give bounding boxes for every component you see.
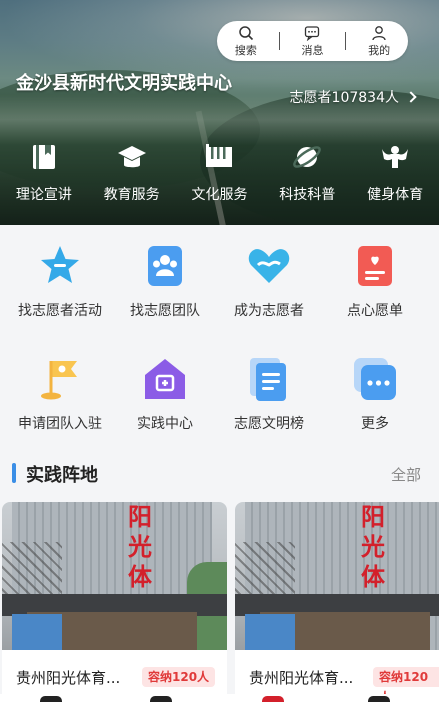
muscle-icon xyxy=(382,146,409,168)
search-label: 搜索 xyxy=(234,43,257,57)
grid-item-practice-center[interactable]: 实践中心 xyxy=(110,355,220,433)
category-science[interactable]: 科技科普 xyxy=(263,140,351,204)
feature-grid: 找志愿者活动 找志愿团队 成为志愿者 点心愿单 申请团队入驻 实践中心 志愿文明… xyxy=(0,225,439,440)
chevron-right-icon xyxy=(405,91,417,103)
planet-icon xyxy=(293,146,322,168)
category-fitness[interactable]: 健身体育 xyxy=(351,140,439,204)
team-icon xyxy=(148,246,182,286)
grid-item-wish-list[interactable]: 点心愿单 xyxy=(320,242,430,320)
venue-name: 贵州阳光体育... xyxy=(249,669,354,687)
venue-card[interactable]: 阳 光 体 贵州阳光体育... 容纳120人 xyxy=(235,502,439,702)
grid-item-label: 点心愿单 xyxy=(347,303,403,319)
search-button[interactable]: 搜索 xyxy=(221,25,271,58)
search-icon xyxy=(239,25,253,40)
volunteer-count-link[interactable]: 志愿者107834人 xyxy=(289,87,417,107)
grid-item-more[interactable]: 更多 xyxy=(320,355,430,433)
grid-item-label: 更多 xyxy=(361,416,389,432)
grid-item-label: 找志愿团队 xyxy=(130,303,200,319)
sign-char: 阳 xyxy=(128,503,152,531)
tab-home-icon[interactable] xyxy=(40,696,62,702)
photo-scaffold xyxy=(235,542,295,602)
message-button[interactable]: 消息 xyxy=(287,25,337,58)
view-all-link[interactable]: 全部 xyxy=(391,464,421,485)
grid-item-label: 实践中心 xyxy=(137,416,193,432)
grid-item-label: 成为志愿者 xyxy=(234,303,304,319)
book-icon xyxy=(32,145,55,169)
grid-item-find-team[interactable]: 找志愿团队 xyxy=(110,242,220,320)
sign-char: 光 xyxy=(361,533,385,561)
volunteer-count: 志愿者107834人 xyxy=(289,90,399,106)
home-icon xyxy=(145,359,185,399)
photo-billboard xyxy=(245,614,295,650)
piano-icon xyxy=(206,144,233,167)
tab-center-icon[interactable] xyxy=(262,696,284,702)
graduation-cap-icon xyxy=(117,146,146,168)
sign-char: 体 xyxy=(128,563,152,591)
grid-item-find-activity[interactable]: 找志愿者活动 xyxy=(5,242,115,320)
more-icon xyxy=(354,358,396,400)
document-icon xyxy=(250,358,286,401)
venue-card[interactable]: 阳 光 体 贵州阳光体育... 容纳120人 xyxy=(2,502,227,702)
grid-item-become-volunteer[interactable]: 成为志愿者 xyxy=(214,242,324,320)
venue-name: 贵州阳光体育... xyxy=(16,669,121,687)
category-education[interactable]: 教育服务 xyxy=(88,140,176,204)
category-culture[interactable]: 文化服务 xyxy=(176,140,264,204)
wish-note-icon xyxy=(358,246,392,286)
capacity-badge: 容纳120人 xyxy=(373,667,439,702)
photo-billboard xyxy=(12,614,62,650)
venue-photo: 阳 光 体 xyxy=(2,502,227,650)
message-icon xyxy=(305,25,320,41)
building-sign: 阳 光 体 xyxy=(353,502,393,592)
hero-banner: 搜索 消息 我的 金沙县新时代文明实践中心 志愿者107834人 理论宣讲 教育… xyxy=(0,0,439,225)
category-label: 健身体育 xyxy=(367,187,424,203)
category-label: 教育服务 xyxy=(103,187,160,203)
divider xyxy=(278,32,280,50)
tab-profile-icon[interactable] xyxy=(368,696,390,702)
sign-char: 阳 xyxy=(361,503,385,531)
venue-photo: 阳 光 体 xyxy=(235,502,439,650)
category-label: 理论宣讲 xyxy=(15,187,72,203)
tab-discover-icon[interactable] xyxy=(150,696,172,702)
photo-scaffold xyxy=(2,542,62,602)
sign-char: 体 xyxy=(361,563,385,591)
star-icon xyxy=(41,246,79,283)
category-label: 文化服务 xyxy=(191,187,248,203)
category-nav: 理论宣讲 教育服务 文化服务 科技科普 健身体育 xyxy=(0,140,439,204)
category-label: 科技科普 xyxy=(279,187,336,203)
grid-item-label: 申请团队入驻 xyxy=(18,416,102,432)
page-title: 金沙县新时代文明实践中心 xyxy=(16,73,232,94)
capacity-badge: 容纳120人 xyxy=(142,667,216,687)
divider xyxy=(345,32,347,50)
user-icon xyxy=(372,25,386,40)
grid-item-apply-team[interactable]: 申请团队入驻 xyxy=(5,355,115,433)
section-header: 实践阵地 全部 xyxy=(0,455,439,491)
grid-item-label: 志愿文明榜 xyxy=(234,416,304,432)
message-label: 消息 xyxy=(301,43,324,57)
flag-icon xyxy=(41,361,77,400)
profile-label: 我的 xyxy=(368,43,391,57)
grid-item-label: 找志愿者活动 xyxy=(18,303,102,319)
section-accent-bar xyxy=(12,463,16,483)
building-sign: 阳 光 体 xyxy=(120,502,160,592)
top-action-bar: 搜索 消息 我的 xyxy=(217,21,408,61)
category-theory[interactable]: 理论宣讲 xyxy=(0,140,88,204)
section-title: 实践阵地 xyxy=(26,465,98,486)
heart-icon xyxy=(248,249,290,283)
sign-char: 光 xyxy=(128,533,152,561)
profile-button[interactable]: 我的 xyxy=(354,25,404,58)
grid-item-ranking[interactable]: 志愿文明榜 xyxy=(214,355,324,433)
